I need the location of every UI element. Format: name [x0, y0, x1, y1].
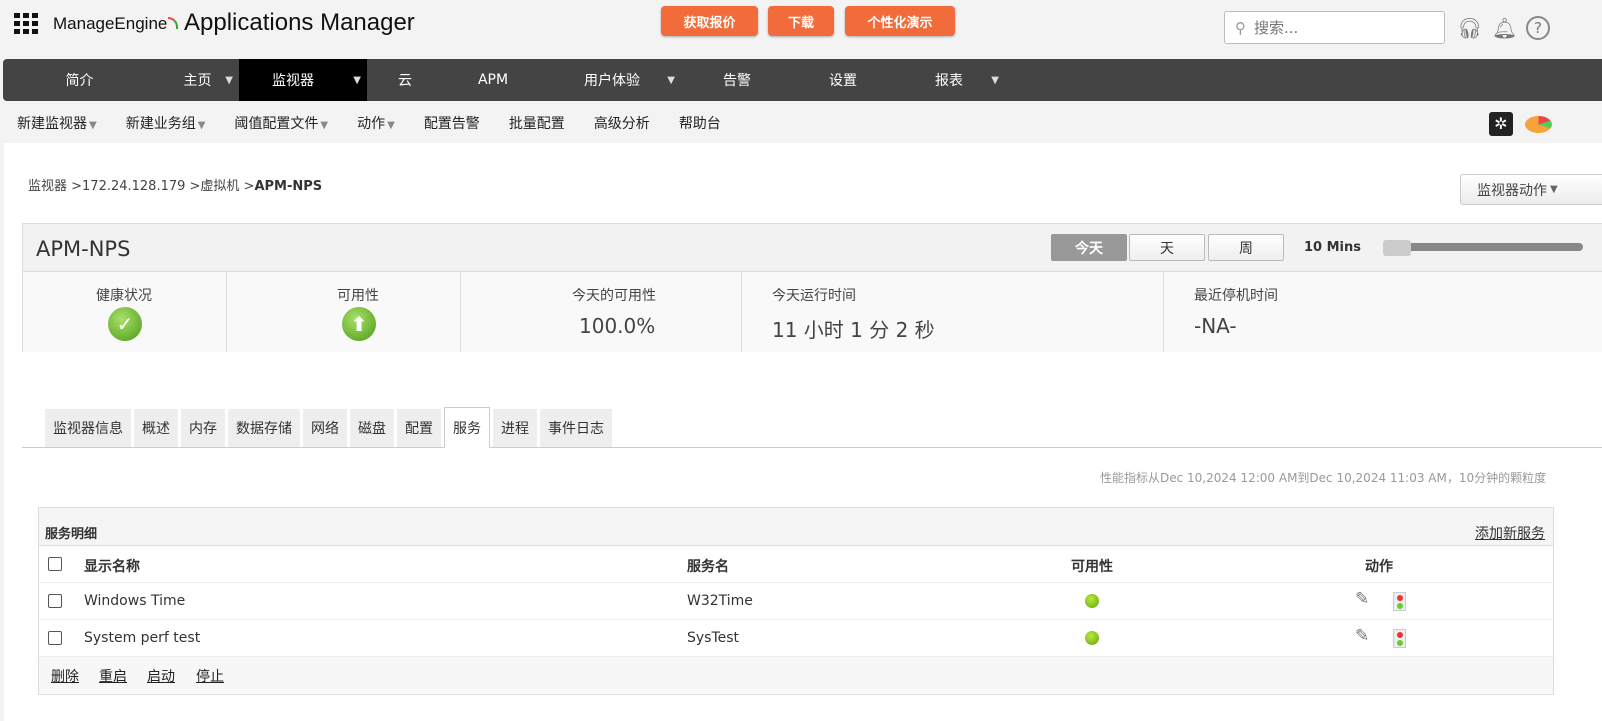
search-icon: ⚲: [1235, 18, 1246, 37]
period-today[interactable]: 今天: [1051, 234, 1127, 261]
table-header-row: 显示名称 服务名 可用性 动作: [39, 546, 1553, 583]
tab-processes[interactable]: 进程: [493, 409, 537, 447]
status-up-icon: [1085, 594, 1099, 608]
subnav-threshold[interactable]: 阈值配置文件 ▼: [234, 113, 328, 133]
restart-link[interactable]: 重启: [99, 666, 127, 686]
tab-monitor-info[interactable]: 监视器信息: [45, 409, 131, 447]
uptime-cell: 今天运行时间 11 小时 1 分 2 秒: [742, 272, 1164, 352]
tab-disk[interactable]: 磁盘: [350, 409, 394, 447]
search-input[interactable]: [1254, 18, 1424, 37]
availability-up-icon: ⬆: [342, 307, 376, 341]
monitor-actions-button[interactable]: 监视器动作 ▼: [1460, 174, 1602, 205]
headset-icon[interactable]: 🎧︎: [1457, 16, 1482, 40]
nav-alarms[interactable]: 告警: [681, 59, 793, 101]
pie-chart-icon[interactable]: [1525, 116, 1552, 133]
subnav-analytics[interactable]: 高级分析: [594, 113, 650, 133]
traffic-light-icon[interactable]: [1393, 592, 1406, 611]
tab-event-log[interactable]: 事件日志: [540, 409, 612, 447]
table-actions: 删除 重启 启动 停止: [39, 657, 1553, 693]
edit-icon[interactable]: ✎: [1355, 589, 1369, 609]
slider-handle[interactable]: [1383, 240, 1411, 256]
nav-cloud[interactable]: 云: [367, 59, 443, 101]
download-button[interactable]: 下载: [768, 6, 834, 36]
tab-services[interactable]: 服务: [444, 407, 490, 448]
nav-monitors[interactable]: 监视器 ▼: [239, 59, 367, 101]
demo-button[interactable]: 个性化演示: [845, 6, 955, 36]
today-availability-cell: 今天的可用性 100.0%: [461, 272, 742, 352]
breadcrumb: 监视器 >172.24.128.179 >虚拟机 >APM-NPS: [28, 179, 323, 194]
subnav-actions[interactable]: 动作 ▼: [357, 113, 395, 133]
nav-settings[interactable]: 设置: [793, 59, 893, 101]
services-table: 服务明细 添加新服务 显示名称 服务名 可用性 动作 Windows Time …: [38, 507, 1554, 695]
period-week[interactable]: 周: [1208, 234, 1284, 261]
table-title: 服务明细: [45, 527, 98, 542]
monitor-summary: APM-NPS 今天 天 周 10 Mins 健康状况 ✓ 可用性 ⬆ 今天的可用性…: [22, 223, 1602, 352]
brand-logo: ManageEngine: [53, 14, 179, 34]
health-ok-icon: ✓: [108, 307, 142, 341]
downtime-cell: 最近停机时间 -NA-: [1194, 288, 1278, 338]
nav-reports[interactable]: 报表 ▼: [893, 59, 1005, 101]
interval-label: 10 Mins: [1304, 240, 1362, 255]
nav-user-experience[interactable]: 用户体验 ▼: [543, 59, 681, 101]
nav-apm[interactable]: APM: [443, 59, 543, 101]
nav-home[interactable]: 主页 ▼: [156, 59, 239, 101]
availability-cell: 可用性 ⬆: [227, 272, 461, 352]
subnav-helpdesk[interactable]: 帮助台: [679, 113, 721, 133]
nav-intro[interactable]: 简介: [3, 59, 156, 101]
subnav-new-group[interactable]: 新建业务组 ▼: [126, 113, 206, 133]
main-nav: 简介 主页 ▼ 监视器 ▼ 云 APM 用户体验 ▼ 告警 设置 报表 ▼: [3, 59, 1602, 101]
traffic-light-icon[interactable]: [1393, 629, 1406, 648]
add-service-link[interactable]: 添加新服务: [1475, 523, 1545, 543]
chevron-down-icon: ▼: [225, 74, 233, 86]
time-range-note: 性能指标从Dec 10,2024 12:00 AM到Dec 10,2024 11…: [1100, 471, 1547, 485]
row-checkbox[interactable]: [48, 631, 62, 645]
bell-icon[interactable]: 🔔︎: [1492, 16, 1517, 40]
app-grid-icon[interactable]: [14, 13, 38, 34]
delete-link[interactable]: 删除: [51, 666, 79, 686]
table-row: System perf test SysTest ✎: [39, 620, 1553, 657]
chevron-down-icon: ▼: [667, 74, 675, 86]
status-up-icon: [1085, 631, 1099, 645]
tab-config[interactable]: 配置: [397, 409, 441, 447]
product-name: Applications Manager: [184, 9, 415, 36]
help-icon[interactable]: ?: [1526, 16, 1550, 40]
subnav-new-monitor[interactable]: 新建监视器 ▼: [17, 113, 97, 133]
chevron-down-icon: ▼: [991, 74, 999, 86]
chevron-down-icon: ▼: [353, 74, 361, 86]
row-checkbox[interactable]: [48, 594, 62, 608]
period-day[interactable]: 天: [1129, 234, 1205, 261]
sub-nav: 新建监视器 ▼ 新建业务组 ▼ 阈值配置文件 ▼ 动作 ▼ 配置告警 批量配置 高级分析…: [0, 104, 1602, 142]
stop-link[interactable]: 停止: [196, 666, 224, 686]
select-all-checkbox[interactable]: [48, 557, 62, 571]
get-quote-button[interactable]: 获取报价: [661, 6, 758, 36]
monitor-title: APM-NPS: [36, 237, 131, 261]
monitor-tabs: 监视器信息 概述 内存 数据存储 网络 磁盘 配置 服务 进程 事件日志: [22, 407, 1602, 448]
edit-icon[interactable]: ✎: [1355, 626, 1369, 646]
tab-datastore[interactable]: 数据存储: [228, 409, 300, 447]
interval-slider[interactable]: [1383, 240, 1583, 256]
top-header: ManageEngine Applications Manager 获取报价 下…: [0, 0, 1602, 56]
tab-overview[interactable]: 概述: [134, 409, 178, 447]
health-cell: 健康状况 ✓: [23, 272, 227, 352]
start-link[interactable]: 启动: [147, 666, 175, 686]
tab-network[interactable]: 网络: [303, 409, 347, 447]
shutter-icon[interactable]: ✲: [1489, 112, 1513, 136]
search-box[interactable]: ⚲: [1224, 11, 1445, 44]
subnav-bulk-config[interactable]: 批量配置: [509, 113, 565, 133]
subnav-config-alarms[interactable]: 配置告警: [424, 113, 480, 133]
tab-memory[interactable]: 内存: [181, 409, 225, 447]
table-row: Windows Time W32Time ✎: [39, 583, 1553, 620]
